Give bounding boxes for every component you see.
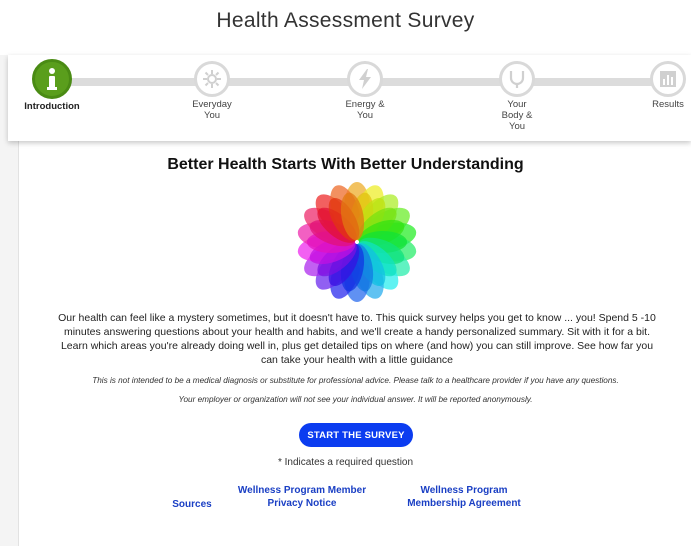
anonymity-notice: Your employer or organization will not s… bbox=[178, 395, 533, 404]
step-everyday-you[interactable]: Everyday You bbox=[162, 61, 262, 121]
step-energy-you[interactable]: Energy & You bbox=[315, 61, 415, 121]
step-results[interactable]: Results bbox=[618, 61, 691, 110]
step-label: Everyday You bbox=[192, 99, 232, 121]
link-line: Membership Agreement bbox=[407, 498, 521, 509]
medical-disclaimer: This is not intended to be a medical dia… bbox=[92, 376, 619, 385]
wellness-mandala-image bbox=[297, 182, 417, 302]
step-label: Introduction bbox=[24, 101, 80, 112]
membership-agreement-link[interactable]: Wellness Program Membership Agreement bbox=[392, 484, 536, 510]
step-your-body-you[interactable]: Your Body & You bbox=[467, 61, 567, 132]
page-title: Health Assessment Survey bbox=[216, 9, 475, 32]
step-label: Results bbox=[652, 99, 684, 110]
sources-link[interactable]: Sources bbox=[160, 498, 224, 511]
progress-stepper: Introduction Everyday You Energy & You Y… bbox=[8, 55, 691, 141]
link-line: Privacy Notice bbox=[267, 498, 337, 509]
intro-paragraph: Our health can feel like a mystery somet… bbox=[58, 312, 656, 366]
lightning-icon bbox=[347, 61, 383, 97]
link-line: Wellness Program Member bbox=[237, 485, 367, 496]
step-label: Your Body & You bbox=[501, 99, 533, 132]
bar-chart-icon bbox=[650, 61, 686, 97]
step-label: Energy & You bbox=[345, 99, 385, 121]
privacy-notice-link[interactable]: Wellness Program Member Privacy Notice bbox=[222, 484, 382, 510]
start-survey-button[interactable]: START THE SURVEY bbox=[299, 423, 413, 447]
step-introduction[interactable]: Introduction bbox=[2, 59, 102, 112]
link-line: Wellness Program bbox=[420, 485, 508, 496]
gear-icon bbox=[194, 61, 230, 97]
info-icon bbox=[32, 59, 72, 99]
stethoscope-icon bbox=[499, 61, 535, 97]
main-heading: Better Health Starts With Better Underst… bbox=[167, 156, 524, 173]
required-question-note: * Indicates a required question bbox=[277, 457, 414, 468]
